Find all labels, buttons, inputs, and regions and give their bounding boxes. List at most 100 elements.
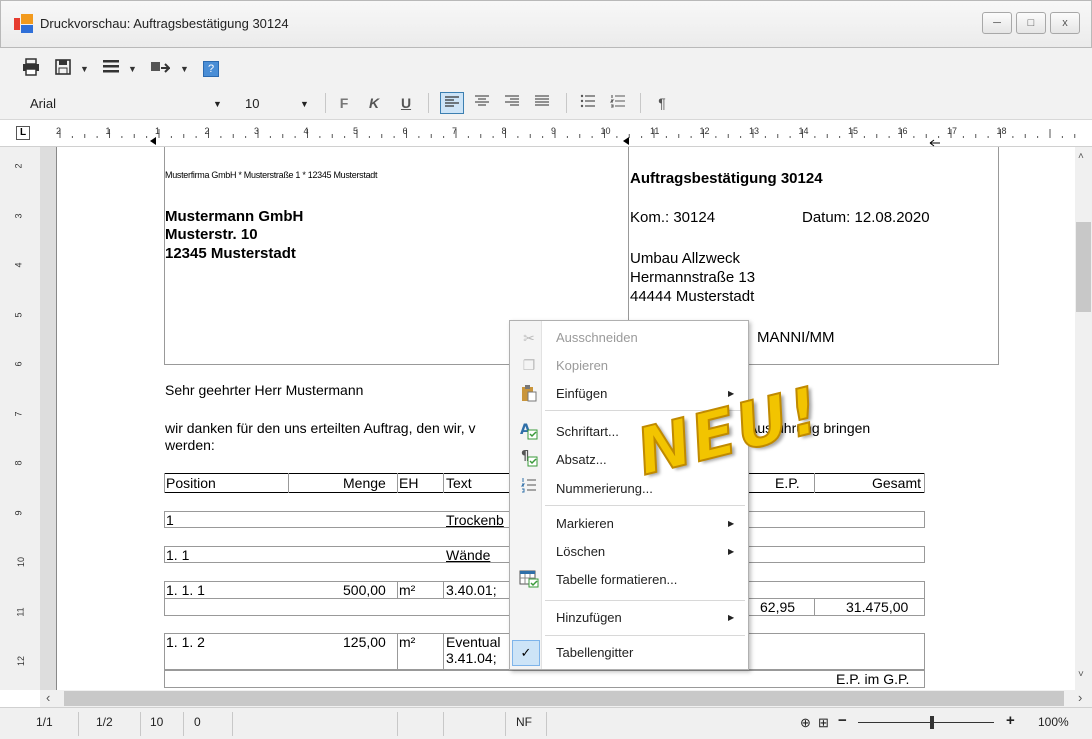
greeting: Sehr geehrter Herr Mustermann	[165, 382, 364, 398]
table-header-cell: E.P.	[775, 475, 800, 491]
ruler-label: 3	[254, 126, 260, 136]
menu-item-hinzufuegen[interactable]: Hinzufügen	[556, 610, 622, 625]
menu-item-kopieren[interactable]: Kopieren	[556, 358, 608, 373]
menu-item-markieren[interactable]: Markieren	[556, 516, 614, 531]
ruler-label: 1	[105, 126, 111, 136]
paragraph-icon: ¶	[517, 447, 541, 467]
italic-button[interactable]: K	[364, 92, 384, 114]
table-row	[164, 670, 925, 688]
fit-page-icon[interactable]: ⊕	[800, 715, 811, 731]
chevron-down-icon[interactable]: ▼	[180, 58, 189, 80]
ruler-label: 8	[13, 460, 24, 466]
ruler-label: 9	[13, 509, 24, 516]
zoom-in-button[interactable]: +	[1006, 712, 1015, 729]
row-menge: 500,00	[343, 582, 386, 598]
separator	[505, 712, 506, 736]
numbered-list-icon[interactable]	[606, 92, 630, 114]
chevron-down-icon[interactable]: ▼	[80, 58, 89, 80]
row-text: 3.41.04;	[446, 650, 497, 666]
underline-button[interactable]: U	[396, 92, 416, 114]
zoom-slider[interactable]	[858, 722, 994, 723]
send-icon[interactable]	[148, 58, 172, 80]
ruler-label: 9	[551, 126, 557, 136]
ruler-label: 6	[402, 126, 408, 136]
table-border	[397, 473, 398, 493]
table-border	[924, 473, 925, 493]
horizontal-scrollbar[interactable]: ‹ ›	[40, 690, 1092, 707]
row-text: 3.40.01;	[446, 582, 497, 598]
menu-item-absatz[interactable]: Absatz...	[556, 452, 607, 467]
menu-item-einfuegen[interactable]: Einfügen	[556, 386, 607, 401]
project-line: Hermannstraße 13	[630, 269, 756, 286]
row-text: Trockenb	[446, 512, 504, 528]
scroll-up-icon[interactable]: ˄	[1078, 151, 1084, 162]
status-sheet: 1/2	[96, 715, 113, 729]
vertical-scrollbar[interactable]: ˄ ˅	[1075, 147, 1092, 690]
ruler-label: 2	[13, 163, 24, 169]
align-center-icon[interactable]	[470, 92, 494, 114]
zoom-out-button[interactable]: −	[838, 712, 847, 729]
scroll-down-icon[interactable]: ˅	[1078, 669, 1084, 680]
scroll-left-icon[interactable]: ‹	[46, 690, 50, 706]
chevron-down-icon[interactable]: ▼	[128, 58, 137, 80]
ruler-label: 16	[897, 126, 908, 136]
horizontal-ruler[interactable]: L 2 1 1 2 3 4 5 6 7 8 9 10 11 12 13 14 15 16 17 18	[0, 121, 1092, 147]
separator	[443, 712, 444, 736]
scroll-thumb[interactable]	[64, 691, 1064, 706]
menu-item-nummerierung[interactable]: Nummerierung...	[556, 481, 653, 496]
table-border	[164, 473, 165, 493]
ruler-ticks	[59, 129, 1076, 147]
close-button[interactable]: x	[1050, 12, 1080, 34]
font-family-select[interactable]: Arial ▼	[30, 93, 230, 115]
minimize-button[interactable]: ─	[982, 12, 1012, 34]
row-text: Wände	[446, 547, 491, 563]
ruler-label: 17	[947, 126, 958, 136]
save-icon[interactable]	[52, 58, 74, 80]
ruler-label: 3	[13, 212, 24, 219]
menu-item-schriftart[interactable]: Schriftart...	[556, 424, 619, 439]
vertical-ruler[interactable]: 2 3 4 5 6 7 8 9 10 11 12	[0, 147, 40, 690]
row-menge: 125,00	[343, 634, 386, 650]
footer-cell: E.P. im G.P.	[836, 671, 910, 687]
table-border	[397, 581, 398, 598]
menu-icon[interactable]	[100, 58, 122, 80]
row-position: 1. 1. 2	[166, 634, 205, 650]
bullet-list-icon[interactable]	[576, 92, 600, 114]
font-size-select[interactable]: 10 ▼	[245, 93, 315, 115]
numbering-icon	[517, 477, 541, 497]
menu-item-loeschen[interactable]: Löschen	[556, 544, 605, 559]
pilcrow-button[interactable]: ¶	[652, 92, 672, 114]
row-eh: m²	[399, 582, 416, 598]
paste-icon	[517, 384, 541, 404]
menu-item-ausschneiden[interactable]: Ausschneiden	[556, 330, 638, 345]
submenu-arrow-icon: ▶	[728, 613, 735, 622]
chevron-down-icon: ▼	[213, 99, 222, 109]
scroll-thumb[interactable]	[1076, 222, 1091, 312]
menu-item-tabelle-formatieren[interactable]: Tabelle formatieren...	[556, 572, 677, 587]
table-border	[288, 473, 289, 493]
zoom-slider-thumb[interactable]	[930, 716, 934, 729]
sender-line: Musterfirma GmbH * Musterstraße 1 * 1234…	[165, 170, 378, 180]
ruler-label: 11	[15, 606, 26, 617]
font-family-value: Arial	[30, 96, 57, 111]
row-ep: 62,95	[760, 599, 796, 615]
align-left-icon[interactable]	[440, 92, 464, 114]
ruler-label: 10	[600, 126, 611, 136]
chevron-down-icon: ▼	[300, 99, 309, 109]
menu-item-tabellengitter[interactable]: Tabellengitter	[556, 645, 633, 660]
bold-button[interactable]: F	[334, 92, 354, 114]
help-icon[interactable]: ?	[200, 58, 222, 80]
maximize-button[interactable]: □	[1016, 12, 1046, 34]
align-justify-icon[interactable]	[530, 92, 554, 114]
table-border	[814, 473, 815, 493]
table-header-cell: EH	[399, 475, 419, 491]
window-title: Druckvorschau: Auftragsbestätigung 30124	[40, 16, 289, 31]
align-right-icon[interactable]	[500, 92, 524, 114]
project-line: Umbau Allzweck	[630, 250, 741, 267]
menu-separator	[545, 505, 745, 506]
fit-width-icon[interactable]: ⊞	[818, 715, 829, 731]
printer-icon[interactable]	[20, 58, 42, 80]
font-icon: A	[517, 420, 541, 440]
ruler-label: 4	[303, 126, 309, 136]
scroll-right-icon[interactable]: ›	[1078, 690, 1082, 706]
